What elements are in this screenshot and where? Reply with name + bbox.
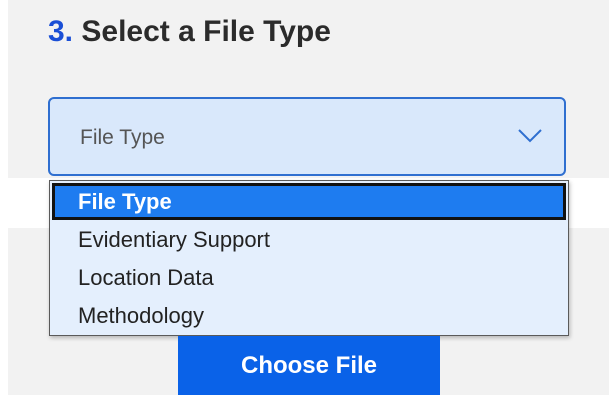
chevron-down-icon[interactable] [516, 123, 544, 147]
step-number: 3. [48, 15, 74, 48]
file-type-select[interactable]: File Type [48, 97, 566, 176]
choose-file-button[interactable]: Choose File [178, 336, 440, 395]
dropdown-option-evidentiary-support[interactable]: Evidentiary Support [52, 221, 566, 258]
file-type-dropdown-list: File Type Evidentiary Support Location D… [49, 180, 569, 336]
section-title-text: Select a File Type [81, 15, 331, 48]
dropdown-option-file-type[interactable]: File Type [52, 183, 566, 220]
dropdown-option-location-data[interactable]: Location Data [52, 259, 566, 296]
dropdown-option-methodology[interactable]: Methodology [52, 297, 566, 334]
section-title: 3. Select a File Type [48, 12, 331, 52]
file-type-select-value: File Type [80, 126, 165, 149]
